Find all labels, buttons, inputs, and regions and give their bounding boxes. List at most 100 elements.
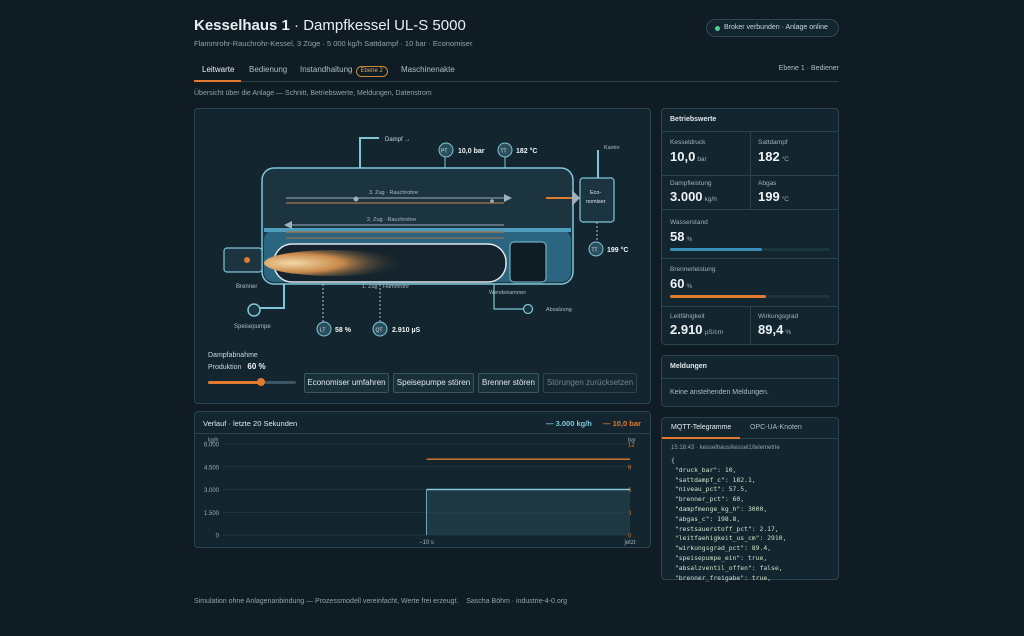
chimney-label: Kamin	[604, 145, 620, 151]
telemetry-line: "speisepumpe_ein": true,	[671, 553, 768, 562]
blowdown-valve-icon	[522, 303, 534, 315]
y-left-unit: kg/h	[208, 438, 218, 444]
page-title: Kesselhaus 1 · Dampfkessel UL-S 5000	[194, 17, 466, 34]
y-right-tick: 9	[628, 465, 632, 471]
y-right-unit: bar	[628, 438, 636, 444]
svg-text:Eco-: Eco-	[590, 190, 601, 196]
telemetry-header: 15:18:43 · kesselhaus/kessel1/telemetrie	[671, 445, 780, 451]
telemetry-active-tab-indicator	[662, 437, 740, 439]
water-level-label: Wasserstand	[670, 219, 708, 226]
y-left-tick: 0	[216, 534, 220, 540]
svg-text:PT: PT	[441, 149, 447, 155]
blowdown-label: Absalzung	[546, 307, 572, 313]
telemetry-line: "restsauerstoff_pct": 2.17,	[671, 524, 779, 533]
feed-pump-icon	[247, 303, 261, 317]
telemetry-line: "abgas_c": 198.8,	[671, 514, 741, 523]
telemetry-line: {	[671, 456, 675, 464]
steam-output-label: Dampfleistung	[670, 180, 712, 187]
tab-maschinenakte[interactable]: Maschinenakte	[401, 65, 455, 74]
flue-gas-label: Abgas	[758, 180, 777, 187]
conductivity-metric: 2.910 µS/cm	[670, 322, 724, 337]
svg-text:QT: QT	[376, 328, 383, 334]
burner-output-label: Brennerleistung	[670, 266, 716, 273]
x-tick: −10 s	[419, 540, 434, 546]
reversal-label: Wendekammer	[489, 290, 526, 296]
y-left-tick: 3.000	[204, 488, 220, 494]
production-slider[interactable]	[208, 378, 296, 386]
flue-temp-value: 199 °C	[607, 246, 628, 254]
telemetry-line: "absalzventil_offen": false,	[671, 563, 783, 572]
burner-indicator-icon	[244, 257, 250, 263]
user-level: Ebene 1 · Bediener	[778, 65, 839, 72]
tab-bedienung[interactable]: Bedienung	[249, 65, 287, 74]
tab-opcua[interactable]: OPC-UA-Knoten	[750, 424, 802, 431]
history-chart: 6.0004.5003.0001.5000129630kg/hbar−10 sj…	[204, 438, 636, 547]
telemetry-line: "brenner_pct": 60,	[671, 495, 745, 504]
alarms-title: Meldungen	[670, 363, 707, 370]
svg-text:TT: TT	[501, 149, 507, 155]
flue-gas-value: 199 °C	[758, 189, 789, 204]
steam-temp-metric: 182 °C	[758, 149, 789, 164]
zug1-label: 1. Zug · Flammrohr	[362, 284, 409, 290]
tab-leitwarte[interactable]: Leitwarte	[202, 65, 234, 74]
steam-temp-label: Sattdampf	[758, 139, 788, 146]
water-level-value: 58%	[670, 229, 693, 244]
steam-demand-label: Dampfabnahme	[208, 352, 258, 359]
boiler-pressure-label: Kesseldruck	[670, 139, 706, 146]
svg-text:TT: TT	[592, 248, 598, 254]
telemetry-line: "leitfaehigkeit_us_cm": 2910,	[671, 534, 787, 543]
burner-output-bar	[670, 295, 830, 298]
telemetry-line: "brenner_freigabe": true,	[671, 573, 772, 582]
disturb-feed-pump-button[interactable]: Speisepumpe stören	[393, 373, 474, 393]
zug2-label: 2. Zug · Rauchrohre	[367, 217, 416, 223]
slider-thumb[interactable]	[256, 378, 265, 386]
y-left-tick: 1.500	[204, 511, 220, 517]
operating-values-title: Betriebswerte	[670, 116, 717, 123]
boiler-schematic: Dampf → 3. Zug · Rauchrohre 2. Zug · Rau…	[223, 137, 628, 337]
reversal-chamber	[509, 241, 547, 283]
steam-temp-value: 182 °C	[516, 147, 537, 155]
burner-label: Brenner	[236, 284, 257, 290]
status-dot-icon	[715, 26, 720, 31]
svg-text:nomiser: nomiser	[586, 199, 606, 205]
flame	[264, 250, 404, 276]
burner-box	[223, 247, 263, 273]
chart-title: Verlauf · letzte 20 Sekunden	[203, 419, 298, 428]
efficiency-label: Wirkungsgrad	[758, 313, 799, 320]
conductivity-label: Leitfähigkeit	[670, 313, 705, 320]
pressure-value: 10,0 bar	[458, 148, 485, 155]
conductivity-value: 2.910 µS	[392, 327, 420, 334]
telemetry-line: "dampfmenge_kg_h": 3000,	[671, 504, 768, 513]
reset-faults-button[interactable]: Störungen zurücksetzen	[543, 373, 637, 393]
y-left-tick: 4.500	[204, 465, 220, 471]
overview-text: Übersicht über die Anlage — Schnitt, Bet…	[194, 90, 432, 97]
water-level-bar	[670, 248, 830, 251]
disturb-burner-button[interactable]: Brenner stören	[478, 373, 539, 393]
telemetry-line: "wirkungsgrad_pct": 89.4,	[671, 544, 772, 553]
telemetry-line: "sattdampf_c": 182.1,	[671, 475, 756, 484]
telemetry-payload: { "druck_bar": 10, "sattdampf_c": 182.1,…	[671, 456, 786, 583]
zug3-label: 3. Zug · Rauchrohre	[369, 190, 418, 196]
telemetry-line: "druck_bar": 10,	[671, 465, 737, 474]
alarms-empty-text: Keine anstehenden Meldungen.	[670, 389, 769, 396]
steam-output-value: 3.000 kg/h	[670, 189, 717, 204]
svg-text:LT: LT	[320, 328, 325, 334]
boiler-pressure-value: 10,0 bar	[670, 149, 707, 164]
burner-output-value: 60%	[670, 276, 693, 291]
level-badge: Ebene 2	[355, 66, 388, 77]
production-label: Produktion 60 %	[208, 362, 266, 371]
x-tick: jetzt	[623, 540, 635, 546]
tab-instandhaltung[interactable]: Instandhaltung Ebene 2	[300, 65, 388, 77]
tab-mqtt[interactable]: MQTT-Telegramme	[671, 424, 731, 431]
page-subtitle: Flammrohr-Rauchrohr-Kessel, 3 Züge · 5 0…	[194, 39, 473, 48]
connection-status: Broker verbunden · Anlage online	[706, 19, 839, 37]
steam-label: Dampf →	[385, 137, 410, 143]
active-tab-indicator	[194, 80, 241, 82]
telemetry-line: "niveau_pct": 57.5,	[671, 485, 748, 494]
legend-flow: — 3.000 kg/h	[546, 419, 592, 428]
legend-pressure: — 10,0 bar	[603, 419, 641, 428]
footer-text: Simulation ohne Anlagenanbindung — Proze…	[194, 598, 568, 605]
series-area-Dampfleistung	[426, 489, 630, 535]
level-value: 58 %	[335, 327, 352, 334]
bypass-economiser-button[interactable]: Economiser umfahren	[304, 373, 389, 393]
